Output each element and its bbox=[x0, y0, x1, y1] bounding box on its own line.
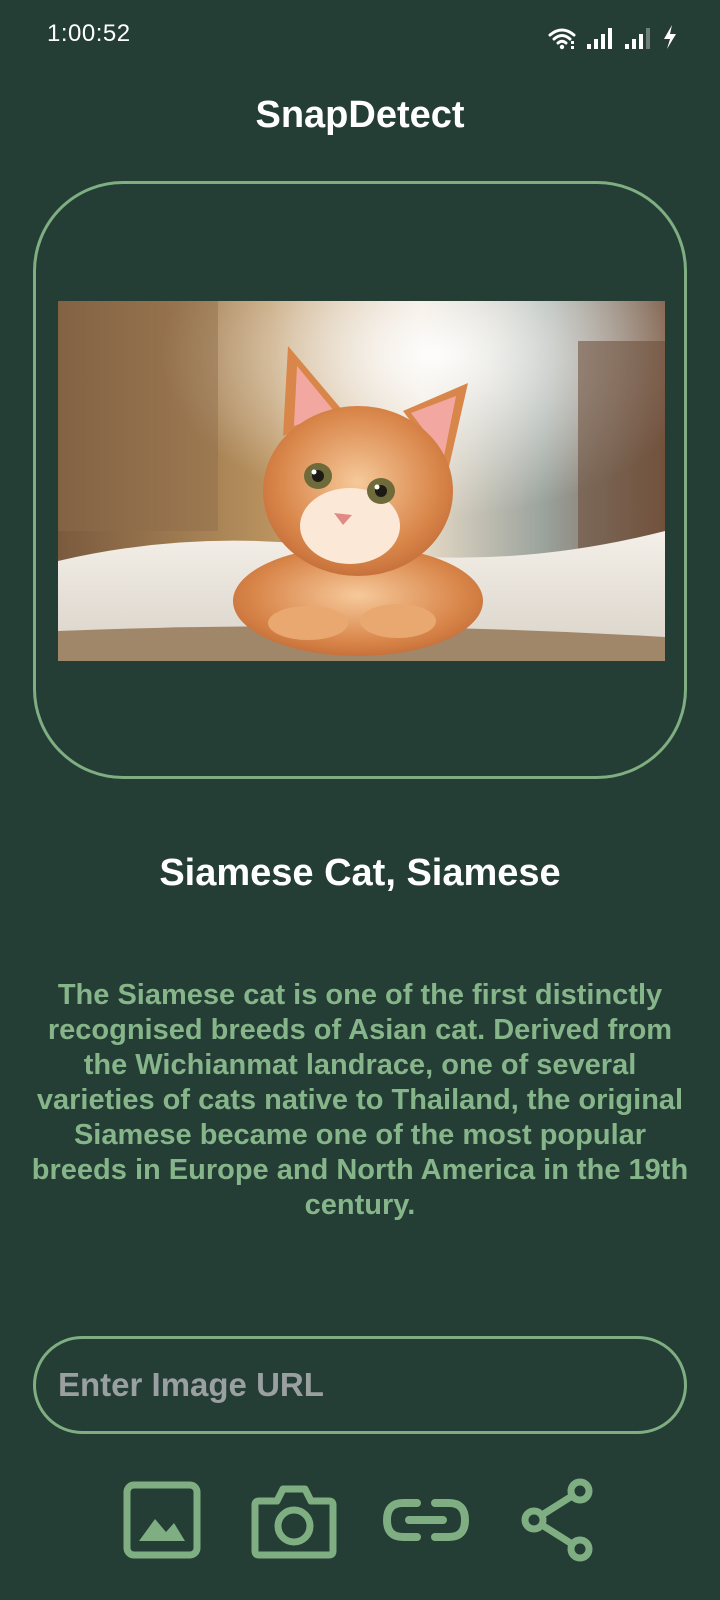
gallery-button[interactable] bbox=[112, 1470, 212, 1570]
kitten-photo bbox=[58, 301, 665, 661]
signal-icon bbox=[586, 26, 614, 50]
link-icon bbox=[383, 1495, 469, 1545]
action-bar bbox=[0, 1470, 720, 1570]
camera-icon bbox=[251, 1481, 337, 1559]
camera-button[interactable] bbox=[244, 1470, 344, 1570]
share-button[interactable] bbox=[508, 1470, 608, 1570]
image-url-field[interactable] bbox=[33, 1336, 687, 1434]
app-screen: 1:00:52 SnapDetect Siamese Cat, Siamese … bbox=[0, 0, 720, 1600]
app-title: SnapDetect bbox=[255, 94, 465, 136]
status-icons bbox=[548, 22, 678, 50]
wifi-icon bbox=[548, 26, 576, 50]
link-button[interactable] bbox=[376, 1470, 476, 1570]
image-url-input[interactable] bbox=[58, 1366, 684, 1404]
status-bar: 1:00:52 bbox=[0, 0, 720, 72]
result-description: The Siamese cat is one of the first dist… bbox=[31, 979, 689, 1221]
status-time: 1:00:52 bbox=[47, 20, 131, 47]
gallery-icon bbox=[123, 1481, 201, 1559]
share-icon bbox=[518, 1477, 598, 1563]
result-title: Siamese Cat, Siamese bbox=[159, 852, 561, 894]
image-preview-card[interactable] bbox=[33, 181, 687, 779]
charging-icon bbox=[662, 24, 678, 50]
signal-icon bbox=[624, 26, 652, 50]
